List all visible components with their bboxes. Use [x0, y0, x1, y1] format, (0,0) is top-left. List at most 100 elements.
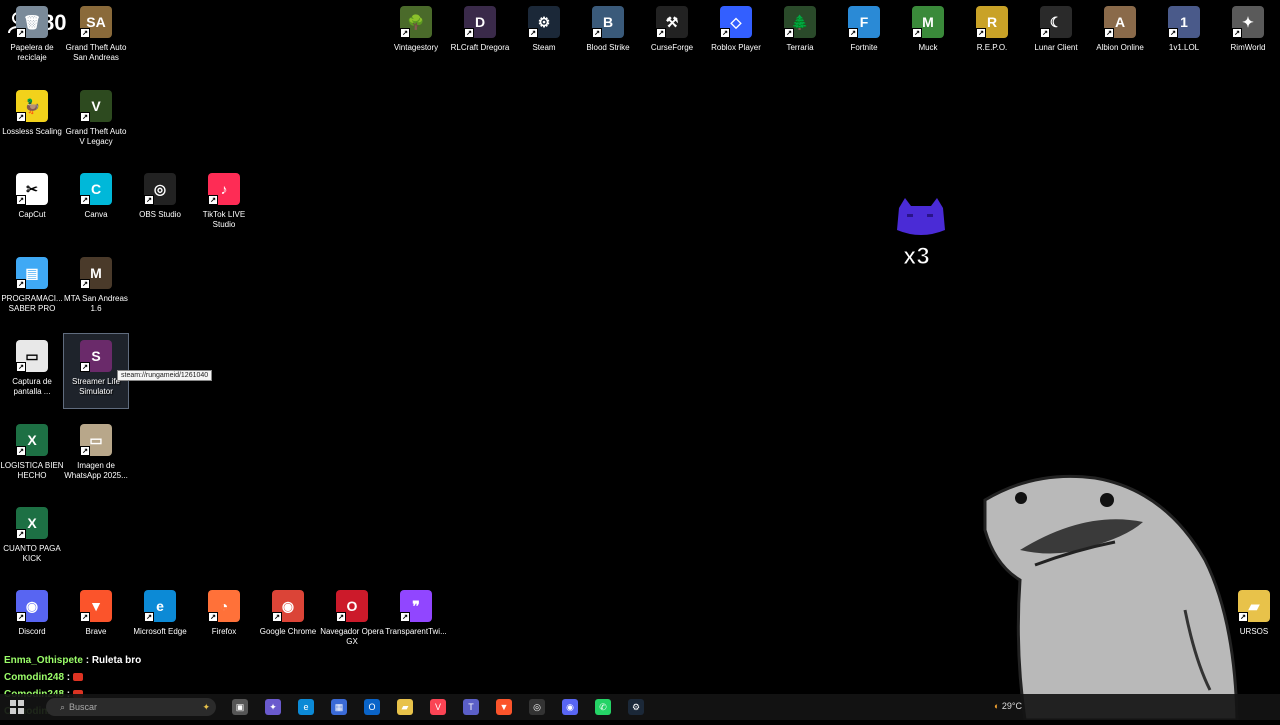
- taskbar-whatsapp-icon[interactable]: ✆: [595, 699, 611, 715]
- desktop-icon-navegador-opera-gx[interactable]: O ↗ Navegador Opera GX: [320, 584, 384, 658]
- chat-username: Comodin248: [4, 672, 65, 683]
- desktop-icon-label: Firefox: [211, 627, 237, 636]
- shortcut-arrow-icon: ↗: [1168, 28, 1178, 38]
- desktop-icon-label: Lossless Scaling: [2, 127, 62, 136]
- desktop-icon-lossless-scaling[interactable]: 🦆 ↗ Lossless Scaling: [0, 84, 64, 158]
- desktop-icon-blood-strike[interactable]: B ↗ Blood Strike: [576, 0, 640, 74]
- r-e-p-o-icon: R ↗: [976, 6, 1008, 38]
- lossless-scaling-icon: 🦆 ↗: [16, 90, 48, 122]
- desktop-icon-label: 1v1.LOL: [1168, 43, 1200, 52]
- shortcut-arrow-icon: ↗: [80, 195, 90, 205]
- tiktok-live-studio-icon: ♪ ↗: [208, 173, 240, 205]
- taskbar-search[interactable]: ⌕ Buscar ✦: [46, 698, 216, 716]
- streamer-life-simulator-icon: S ↗: [80, 340, 112, 372]
- desktop-icon-roblox-player[interactable]: ◇ ↗ Roblox Player: [704, 0, 768, 74]
- desktop-icon-obs-studio[interactable]: ◎ ↗ OBS Studio: [128, 167, 192, 241]
- desktop-icon-label: R.E.P.O.: [976, 43, 1008, 52]
- desktop-icon-discord[interactable]: ◉ ↗ Discord: [0, 584, 64, 658]
- desktop-icon-capcut[interactable]: ✂ ↗ CapCut: [0, 167, 64, 241]
- albion-online-icon: A ↗: [1104, 6, 1136, 38]
- desktop-icon-label: Canva: [84, 210, 108, 219]
- desktop-icon-label: Lunar Client: [1034, 43, 1078, 52]
- shortcut-arrow-icon: ↗: [80, 362, 90, 372]
- shortcut-arrow-icon: ↗: [848, 28, 858, 38]
- desktop-icon-grand-theft-auto-san-andreas[interactable]: SA ↗ Grand Theft Auto San Andreas: [64, 0, 128, 74]
- taskbar-copilot-icon[interactable]: ✦: [265, 699, 281, 715]
- weather-temp: 29°C: [1001, 701, 1022, 711]
- desktop-icon-label: CurseForge: [650, 43, 694, 52]
- desktop-icon-steam[interactable]: ⚙ ↗ Steam: [512, 0, 576, 74]
- discord-icon: ◉ ↗: [16, 590, 48, 622]
- desktop-icon-label: TransparentTwi...: [385, 627, 447, 636]
- desktop-icon-captura-de-pantalla[interactable]: ▭ ↗ Captura de pantalla ...: [0, 334, 64, 408]
- desktop-icon-transparenttwi[interactable]: ❞ ↗ TransparentTwi...: [384, 584, 448, 658]
- desktop-icon-albion-online[interactable]: A ↗ Albion Online: [1088, 0, 1152, 74]
- desktop-icon-label: Vintagestory: [393, 43, 439, 52]
- lunar-client-icon: ☾ ↗: [1040, 6, 1072, 38]
- desktop-icon-imagen-de-whatsapp-2025[interactable]: ▭ ↗ Imagen de WhatsApp 2025...: [64, 418, 128, 492]
- icon-tooltip: steam://rungameid/1261040: [117, 370, 213, 381]
- desktop-icon-grand-theft-auto-v-legacy[interactable]: V ↗ Grand Theft Auto V Legacy: [64, 84, 128, 158]
- desktop-icon-label: Imagen de WhatsApp 2025...: [64, 461, 128, 480]
- programaci-saber-pro-icon: ▤ ↗: [16, 257, 48, 289]
- taskbar-edge-icon[interactable]: e: [298, 699, 314, 715]
- desktop-icon-papelera-de-reciclaje[interactable]: 🗑 ↗ Papelera de reciclaje: [0, 0, 64, 74]
- shortcut-arrow-icon: ↗: [144, 195, 154, 205]
- desktop-icon-tiktok-live-studio[interactable]: ♪ ↗ TikTok LIVE Studio: [192, 167, 256, 241]
- taskbar-task-view-icon[interactable]: ▣: [232, 699, 248, 715]
- 1v1-lol-icon: 1 ↗: [1168, 6, 1200, 38]
- vintagestory-icon: 🌳 ↗: [400, 6, 432, 38]
- desktop-icon-label: MTA San Andreas 1.6: [64, 294, 128, 313]
- desktop-icon-logistica-bien-hecho[interactable]: X ↗ LOGISTICA BIEN HECHO: [0, 418, 64, 492]
- desktop-icon-label: Albion Online: [1096, 43, 1144, 52]
- desktop-icon-muck[interactable]: M ↗ Muck: [896, 0, 960, 74]
- desktop-icon-vintagestory[interactable]: 🌳 ↗ Vintagestory: [384, 0, 448, 74]
- chat-text: Ruleta bro: [91, 655, 142, 666]
- desktop-icon-cuanto-paga-kick[interactable]: X ↗ CUANTO PAGA KICK: [0, 501, 64, 575]
- microsoft-edge-icon: e ↗: [144, 590, 176, 622]
- taskbar-discord-icon[interactable]: ◉: [562, 699, 578, 715]
- taskbar-explorer-icon[interactable]: ▰: [397, 699, 413, 715]
- desktop-icon-google-chrome[interactable]: ◉ ↗ Google Chrome: [256, 584, 320, 658]
- desktop-icon-terraria[interactable]: 🌲 ↗ Terraria: [768, 0, 832, 74]
- dolphin-overlay: [975, 470, 1245, 725]
- desktop-icon-curseforge[interactable]: ⚒ ↗ CurseForge: [640, 0, 704, 74]
- shortcut-arrow-icon: ↗: [912, 28, 922, 38]
- desktop-icon-label: Discord: [18, 627, 46, 636]
- taskbar-outlook-icon[interactable]: O: [364, 699, 380, 715]
- taskbar-brave-icon[interactable]: ▼: [496, 699, 512, 715]
- shortcut-arrow-icon: ↗: [16, 612, 26, 622]
- desktop-icon-mta-san-andreas-1-6[interactable]: M ↗ MTA San Andreas 1.6: [64, 251, 128, 325]
- desktop-icon-brave[interactable]: ▼ ↗ Brave: [64, 584, 128, 658]
- desktop-icon-microsoft-edge[interactable]: e ↗ Microsoft Edge: [128, 584, 192, 658]
- desktop-icon-rimworld[interactable]: ✦ ↗ RimWorld: [1216, 0, 1280, 74]
- desktop-icon-1v1-lol[interactable]: 1 ↗ 1v1.LOL: [1152, 0, 1216, 74]
- cuanto-paga-kick-icon: X ↗: [16, 507, 48, 539]
- taskbar-store-icon[interactable]: ▦: [331, 699, 347, 715]
- desktop-icon-label: Grand Theft Auto V Legacy: [65, 127, 127, 146]
- desktop-icon-r-e-p-o[interactable]: R ↗ R.E.P.O.: [960, 0, 1024, 74]
- taskbar-steam-icon[interactable]: ⚙: [628, 699, 644, 715]
- desktop-icon-lunar-client[interactable]: ☾ ↗ Lunar Client: [1024, 0, 1088, 74]
- shortcut-arrow-icon: ↗: [16, 279, 26, 289]
- taskbar-valorant-icon[interactable]: V: [430, 699, 446, 715]
- shortcut-arrow-icon: ↗: [208, 195, 218, 205]
- shortcut-arrow-icon: ↗: [16, 529, 26, 539]
- desktop-icon-firefox[interactable]: ◔ ↗ Firefox: [192, 584, 256, 658]
- weather-tray[interactable]: ◐ 29°C: [994, 701, 1022, 711]
- taskbar-teams-icon[interactable]: T: [463, 699, 479, 715]
- desktop-icon-fortnite[interactable]: F ↗ Fortnite: [832, 0, 896, 74]
- desktop-icon-rlcraft-dregora[interactable]: D ↗ RLCraft Dregora: [448, 0, 512, 74]
- desktop-icon-canva[interactable]: C ↗ Canva: [64, 167, 128, 241]
- start-icon[interactable]: [10, 700, 24, 714]
- desktop-icon-programaci-saber-pro[interactable]: ▤ ↗ PROGRAMACI... SABER PRO: [0, 251, 64, 325]
- shortcut-arrow-icon: ↗: [16, 362, 26, 372]
- desktop-icon-label: PROGRAMACI... SABER PRO: [1, 294, 63, 313]
- chat-message: Comodin248 :: [4, 669, 141, 686]
- shortcut-arrow-icon: ↗: [1040, 28, 1050, 38]
- navegador-opera-gx-icon: O ↗: [336, 590, 368, 622]
- desktop-icon-label: Microsoft Edge: [133, 627, 187, 636]
- taskbar-obs-icon[interactable]: ◎: [529, 699, 545, 715]
- desktop-icon-label: TikTok LIVE Studio: [202, 210, 246, 229]
- obs-studio-icon: ◎ ↗: [144, 173, 176, 205]
